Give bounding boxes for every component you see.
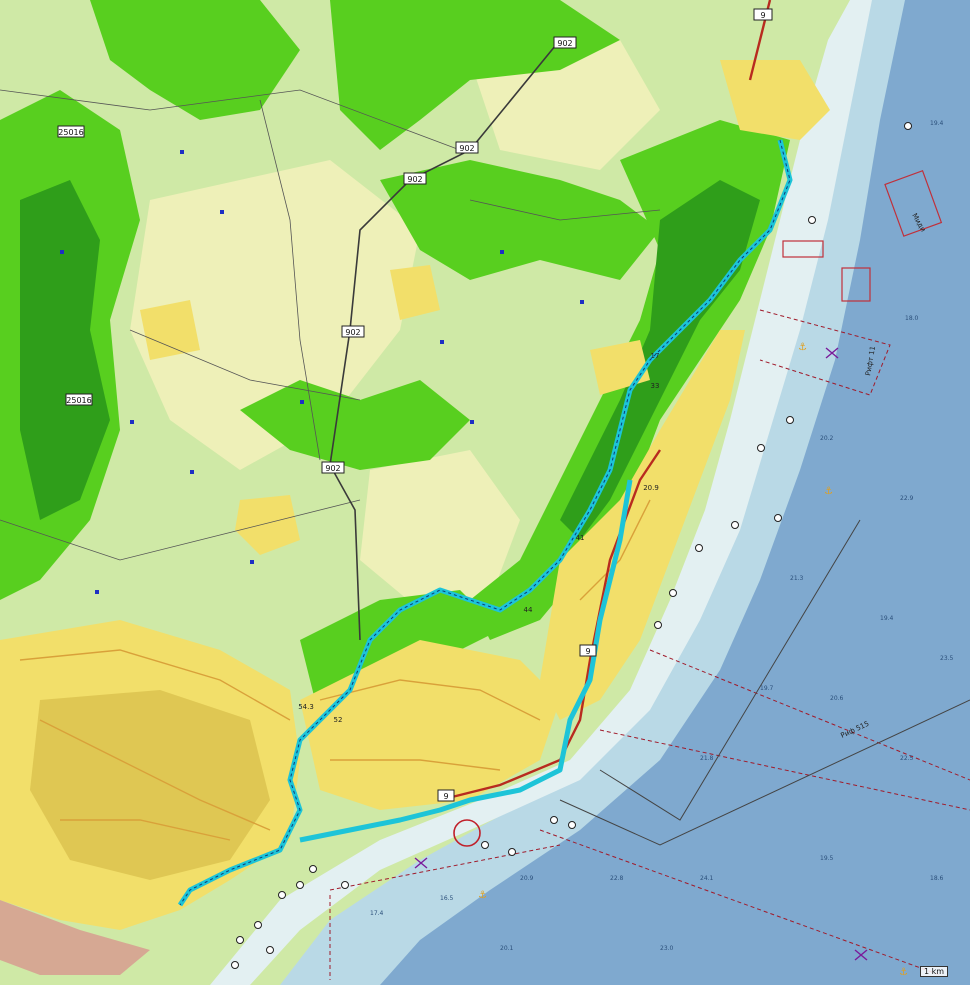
svg-text:23.5: 23.5 — [940, 655, 954, 662]
svg-text:22.5: 22.5 — [900, 755, 914, 762]
svg-text:18.6: 18.6 — [930, 875, 944, 882]
road-shield-9-varna: 9 — [437, 789, 455, 802]
svg-text:18.0: 18.0 — [905, 315, 919, 322]
svg-text:19.4: 19.4 — [930, 120, 944, 127]
waypoint-label: 17 — [651, 352, 660, 360]
svg-text:9: 9 — [443, 792, 448, 801]
svg-text:25016: 25016 — [66, 396, 91, 405]
waypoint-label: 33 — [651, 382, 660, 390]
topographic-map[interactable]: 9 902 902 902 902 902 25016 25016 9 9 17… — [0, 0, 970, 985]
svg-text:9: 9 — [585, 647, 590, 656]
urban-village-4 — [140, 300, 200, 360]
road-shield-9-south: 9 — [579, 644, 597, 657]
svg-text:25016: 25016 — [58, 128, 83, 137]
svg-text:22.8: 22.8 — [610, 875, 624, 882]
svg-text:21.3: 21.3 — [790, 575, 804, 582]
svg-text:19.5: 19.5 — [820, 855, 834, 862]
svg-text:902: 902 — [459, 144, 474, 153]
svg-text:902: 902 — [407, 175, 422, 184]
svg-text:⚓: ⚓ — [899, 967, 908, 978]
svg-text:20.2: 20.2 — [820, 435, 834, 442]
svg-text:24.1: 24.1 — [700, 875, 714, 882]
svg-text:902: 902 — [325, 464, 340, 473]
map-canvas[interactable]: 9 902 902 902 902 902 25016 25016 9 9 17… — [0, 0, 970, 985]
road-shield-902-d: 902 — [341, 325, 365, 338]
svg-text:902: 902 — [557, 39, 572, 48]
waypoint-label: 44 — [524, 606, 533, 614]
svg-text:902: 902 — [345, 328, 360, 337]
svg-text:19.4: 19.4 — [880, 615, 894, 622]
urban-varna-dense — [30, 690, 270, 880]
svg-text:20.9: 20.9 — [520, 875, 534, 882]
svg-text:23.0: 23.0 — [660, 945, 674, 952]
svg-text:⚓: ⚓ — [478, 890, 487, 901]
waypoint-label: 54.3 — [298, 703, 314, 711]
waypoint-label: 41 — [576, 534, 585, 542]
svg-text:17.4: 17.4 — [370, 910, 384, 917]
scale-bar: 1 km — [919, 966, 948, 977]
svg-text:16.5: 16.5 — [440, 895, 454, 902]
svg-text:19.7: 19.7 — [760, 685, 774, 692]
svg-text:⚓: ⚓ — [824, 486, 833, 497]
waypoint-label: 20.9 — [643, 484, 659, 492]
svg-text:20.6: 20.6 — [830, 695, 844, 702]
road-shield-902-e: 902 — [321, 461, 345, 474]
road-shield-902-b: 902 — [455, 141, 479, 154]
road-shield-25016-b: 25016 — [65, 393, 93, 406]
svg-text:20.1: 20.1 — [500, 945, 514, 952]
road-shield-902-a: 902 — [553, 36, 577, 49]
svg-text:9: 9 — [760, 11, 765, 20]
svg-text:22.9: 22.9 — [900, 495, 914, 502]
road-shield-9-north: 9 — [753, 8, 773, 21]
waypoint-label: 52 — [334, 716, 343, 724]
road-shield-902-c: 902 — [403, 172, 427, 185]
road-shield-25016-a: 25016 — [57, 125, 85, 138]
svg-text:⚓: ⚓ — [798, 342, 807, 353]
svg-text:21.8: 21.8 — [700, 755, 714, 762]
